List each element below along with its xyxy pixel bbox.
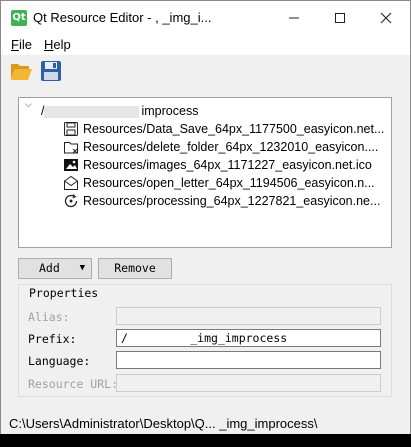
minimize-button[interactable]: [271, 1, 317, 35]
tree-item[interactable]: Resources/delete_folder_64px_1232010_eas…: [19, 138, 391, 156]
add-button[interactable]: Add ▼: [18, 258, 92, 279]
chevron-down-icon[interactable]: ⌵: [25, 99, 32, 110]
prefix-field[interactable]: / _img_improcess: [116, 329, 381, 347]
menu-bar: File Help: [1, 35, 410, 55]
menu-help[interactable]: Help: [44, 37, 71, 52]
tree-item-label: Resources/Data_Save_64px_1177500_easyico…: [83, 122, 385, 136]
maximize-button[interactable]: [317, 1, 363, 35]
floppy-disk-icon: [41, 61, 61, 81]
prefix-label: Prefix:: [28, 332, 77, 346]
window-title: Qt Resource Editor - , _img_i...: [33, 10, 212, 25]
tree-item-label: Resources/delete_folder_64px_1232010_eas…: [83, 140, 379, 154]
main-window: Qt Qt Resource Editor - , _img_i... File…: [0, 0, 411, 447]
tree-item-label: Resources/open_letter_64px_1194506_easyi…: [83, 176, 375, 190]
envelope-icon: [64, 175, 78, 190]
menu-file[interactable]: File: [11, 37, 32, 52]
tree-item-label: Resources/images_64px_1171227_easyicon.n…: [83, 158, 372, 172]
title-bar[interactable]: Qt Qt Resource Editor - , _img_i...: [1, 1, 410, 35]
close-button[interactable]: [363, 1, 409, 35]
tree-root-item[interactable]: / improcess: [39, 102, 199, 120]
remove-button[interactable]: Remove: [98, 258, 172, 279]
tree-item-label: Resources/processing_64px_1227821_easyic…: [83, 194, 381, 208]
alias-field: [116, 307, 381, 325]
tree-item[interactable]: Resources/images_64px_1171227_easyicon.n…: [19, 156, 391, 174]
delete-folder-icon: [64, 142, 78, 154]
resource-url-label: Resource URL:: [28, 377, 119, 391]
tree-item[interactable]: Resources/Data_Save_64px_1177500_easyico…: [19, 120, 391, 138]
language-field[interactable]: [116, 351, 381, 369]
image-icon: [64, 159, 78, 171]
save-icon: [64, 122, 78, 136]
resource-tree[interactable]: ⌵ / improcess Resources/Data_Save_64px_11…: [18, 97, 392, 248]
add-button-label: Add: [39, 261, 60, 275]
language-label: Language:: [28, 354, 91, 368]
desktop-strip: [0, 434, 411, 447]
toolbar: [1, 55, 410, 87]
close-icon: [380, 12, 392, 24]
open-button[interactable]: [9, 59, 33, 83]
status-bar: C:\Users\Administrator\Desktop\Q... _img…: [1, 413, 410, 435]
dropdown-arrow-icon[interactable]: ▼: [80, 259, 85, 278]
tree-item[interactable]: Resources/open_letter_64px_1194506_easyi…: [19, 174, 391, 192]
maximize-icon: [335, 13, 345, 23]
alias-label: Alias:: [28, 310, 70, 324]
processing-icon: [64, 194, 78, 208]
properties-title: Properties: [27, 286, 101, 300]
save-button[interactable]: [39, 59, 63, 83]
tree-root-label: improcess: [141, 104, 199, 118]
folder-open-icon: [11, 64, 32, 80]
qt-app-icon: Qt: [11, 10, 27, 26]
tree-item[interactable]: Resources/processing_64px_1227821_easyic…: [19, 192, 391, 210]
resource-url-field: [116, 374, 381, 392]
minimize-icon: [289, 17, 299, 19]
redacted-text: [44, 105, 140, 118]
properties-group: Properties Alias: Prefix: / _img_improce…: [18, 284, 392, 397]
prefix-value: / _img_improcess: [121, 331, 288, 345]
